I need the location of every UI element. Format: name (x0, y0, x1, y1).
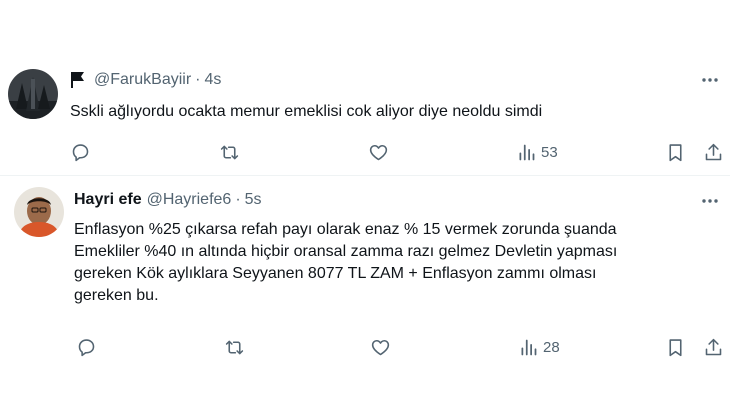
heart-icon (369, 144, 388, 161)
separator-dot: · (235, 191, 241, 208)
reply-icon (78, 339, 95, 357)
bookmark-icon (669, 144, 682, 162)
views-chart-icon (519, 144, 535, 161)
views-chart-icon (521, 339, 537, 356)
tweet-header: @FarukBayiir · 4s (70, 71, 221, 89)
bookmark-icon (669, 339, 682, 357)
share-icon (705, 143, 722, 161)
tweet-actions: 53 (0, 142, 730, 164)
separator-dot: · (195, 71, 201, 88)
avatar[interactable] (8, 69, 58, 119)
share-icon (705, 338, 722, 356)
retweet-icon (220, 145, 239, 160)
views-button[interactable]: 28 (518, 337, 560, 358)
retweet-button[interactable] (219, 142, 240, 163)
tweet-actions: 28 (0, 337, 730, 359)
share-button[interactable] (703, 337, 724, 358)
retweet-icon (225, 340, 244, 355)
user-handle[interactable]: @Hayriefe6 (147, 191, 232, 209)
reply-icon (72, 144, 89, 162)
flag-icon (71, 72, 84, 88)
bookmark-button[interactable] (665, 337, 686, 358)
share-button[interactable] (703, 142, 724, 163)
like-button[interactable] (368, 142, 389, 163)
previous-content-area (0, 0, 730, 58)
tweet-text: Enflasyon %25 çıkarsa refah payı olarak … (74, 221, 618, 304)
heart-icon (371, 339, 390, 356)
like-button[interactable] (370, 337, 391, 358)
bookmark-button[interactable] (665, 142, 686, 163)
timestamp[interactable]: 4s (204, 71, 221, 89)
tweet-1[interactable]: @FarukBayiir · 4s Sskli ağlıyordu ocakta… (0, 58, 730, 176)
retweet-button[interactable] (224, 337, 245, 358)
reply-button[interactable] (76, 337, 97, 358)
display-name[interactable]: Hayri efe (74, 191, 142, 209)
reply-button[interactable] (70, 142, 91, 163)
tweet-2[interactable]: Hayri efe @Hayriefe6 · 5s Enflasyon %25 … (0, 177, 730, 420)
tweet-text: Sskli ağlıyordu ocakta memur emeklisi co… (70, 103, 543, 120)
user-handle[interactable]: @FarukBayiir (94, 71, 191, 89)
avatar[interactable] (14, 187, 64, 237)
more-icon[interactable] (700, 70, 720, 90)
views-count: 28 (543, 339, 560, 356)
tweet-header: Hayri efe @Hayriefe6 · 5s (74, 191, 262, 209)
views-count: 53 (541, 144, 558, 161)
timestamp[interactable]: 5s (245, 191, 262, 209)
views-button[interactable]: 53 (516, 142, 558, 163)
more-icon[interactable] (700, 191, 720, 211)
